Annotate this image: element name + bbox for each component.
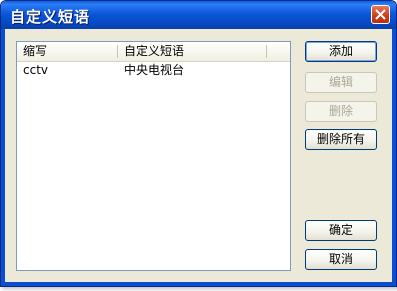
edit-button[interactable]: 编辑 — [305, 72, 377, 93]
column-header-phrase[interactable]: 自定义短语 — [118, 42, 266, 60]
ok-button[interactable]: 确定 — [305, 220, 377, 241]
add-button[interactable]: 添加 — [305, 41, 377, 62]
column-header-abbreviation[interactable]: 缩写 — [17, 42, 117, 60]
dialog-window: 自定义短语 缩写 自定义短语 cctv 中央电视台 添加 编辑 删除 删除所有 … — [0, 0, 397, 287]
window-frame-left — [1, 29, 5, 286]
window-title: 自定义短语 — [10, 8, 91, 26]
delete-button[interactable]: 删除 — [305, 101, 377, 122]
list-item-abbreviation: cctv — [23, 63, 49, 77]
list-header: 缩写 自定义短语 — [17, 42, 290, 62]
delete-all-button[interactable]: 删除所有 — [305, 129, 377, 150]
column-separator[interactable] — [266, 45, 267, 58]
title-bar[interactable]: 自定义短语 — [1, 1, 396, 29]
window-frame-bottom — [1, 282, 396, 286]
window-frame-right — [392, 29, 396, 286]
phrase-list[interactable]: 缩写 自定义短语 cctv 中央电视台 — [16, 41, 291, 271]
close-icon — [375, 9, 386, 20]
list-item[interactable]: cctv 中央电视台 — [17, 62, 290, 79]
list-item-phrase: 中央电视台 — [124, 63, 185, 77]
cancel-button[interactable]: 取消 — [305, 249, 377, 270]
close-button[interactable] — [371, 5, 390, 24]
